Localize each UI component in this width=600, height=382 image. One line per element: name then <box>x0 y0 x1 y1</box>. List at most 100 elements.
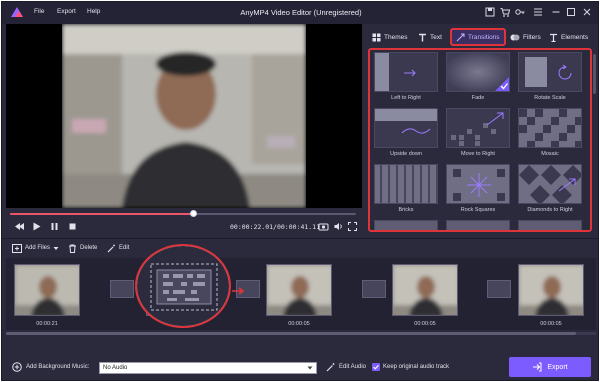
transition-move-to-right[interactable]: Move to Right <box>446 108 510 160</box>
transition-slot[interactable] <box>487 280 511 298</box>
tab-text[interactable]: Text <box>418 30 442 44</box>
timeline-clip[interactable] <box>518 264 584 316</box>
transition-thumb <box>518 220 582 230</box>
fullscreen-icon[interactable] <box>347 221 358 232</box>
rewind-icon[interactable] <box>14 221 25 232</box>
tab-filters[interactable]: Filters <box>510 30 541 44</box>
playback-progress-bar[interactable] <box>10 210 356 217</box>
timeline-scrollbar-thumb[interactable] <box>6 332 576 335</box>
tab-filters-label: Filters <box>523 33 541 41</box>
transition-thumb <box>446 164 510 204</box>
cart-icon[interactable] <box>499 6 511 18</box>
minimize-icon[interactable] <box>550 6 562 18</box>
transition-partial[interactable] <box>446 220 510 230</box>
clip-thumbnail <box>393 265 457 315</box>
transition-slot[interactable] <box>110 280 134 298</box>
wave-icon <box>401 128 431 134</box>
diamonds-pattern <box>519 165 581 203</box>
edit-audio-icon[interactable] <box>326 362 336 372</box>
grid-icon <box>372 33 381 41</box>
add-files-button[interactable]: Add Files <box>12 242 59 254</box>
transitions-scrollbar[interactable] <box>593 54 596 94</box>
video-still <box>62 24 306 208</box>
add-music-icon[interactable] <box>12 362 22 372</box>
pause-icon[interactable] <box>49 221 60 232</box>
clip-duration: 00:00:05 <box>414 321 436 327</box>
add-file-icon <box>12 243 22 253</box>
transition-thumb <box>374 108 438 148</box>
transition-icon <box>456 33 465 41</box>
clip-duration: 00:00:21 <box>36 321 58 327</box>
timeline: 00:00:21 00:00:05 00:00:05 00:00:05 <box>6 258 596 330</box>
video-frame <box>62 24 306 208</box>
timeline-clip[interactable] <box>14 264 80 316</box>
menu-icon[interactable] <box>532 6 544 18</box>
clip-thumbnail <box>15 265 79 315</box>
transition-slot[interactable] <box>362 280 386 298</box>
transition-mosaic[interactable]: Mosaic <box>518 108 582 160</box>
audio-select[interactable]: No Audio <box>99 362 317 374</box>
export-label: Export <box>547 363 568 371</box>
clip-duration: 00:00:05 <box>540 321 562 327</box>
transition-label: Rotate Scale <box>534 95 566 101</box>
mosaic-pattern <box>519 109 581 147</box>
keep-original-audio-checkbox[interactable] <box>372 363 380 371</box>
key-icon[interactable] <box>514 6 526 18</box>
volume-icon[interactable] <box>333 221 344 232</box>
elements-icon <box>550 33 557 42</box>
transition-upside-down[interactable]: Upside down <box>374 108 438 160</box>
stop-icon[interactable] <box>67 221 78 232</box>
transition-thumb <box>518 164 582 204</box>
transition-fade[interactable]: Fade <box>446 52 510 104</box>
snapshot-icon[interactable] <box>318 221 329 232</box>
export-icon <box>533 362 542 372</box>
transition-label: Fade <box>471 95 485 101</box>
timeline-clip[interactable] <box>392 264 458 316</box>
export-button[interactable]: Export <box>509 357 591 377</box>
transition-thumb <box>374 220 438 230</box>
close-icon[interactable] <box>581 6 593 18</box>
timeline-scrollbar[interactable] <box>6 332 596 335</box>
tab-elements[interactable]: Elements <box>549 30 588 44</box>
transition-partial[interactable] <box>374 220 438 230</box>
rotate-icon <box>558 64 572 80</box>
transition-label: Rock Squares <box>460 207 496 213</box>
arrow-right-icon <box>404 69 416 77</box>
video-preview[interactable] <box>6 24 362 208</box>
timeline-clip[interactable] <box>266 264 332 316</box>
transition-bricks[interactable]: Bricks <box>374 164 438 216</box>
transition-diamonds-to-right[interactable]: Diamonds to Right <box>518 164 582 216</box>
trash-icon <box>69 244 76 253</box>
rock-squares-pattern <box>453 169 505 201</box>
add-background-music-label: Add Background Music: <box>26 364 90 370</box>
playback-progress-handle[interactable] <box>189 210 197 217</box>
app-window: File Export Help AnyMP4 Video Editor (Un… <box>1 1 599 381</box>
title-bar: File Export Help AnyMP4 Video Editor (Un… <box>2 2 598 24</box>
transition-label: Diamonds to Right <box>527 207 573 213</box>
transition-left-to-right[interactable]: Left to Right <box>374 52 438 104</box>
transition-thumb <box>446 52 510 92</box>
transition-label: Move to Right <box>461 151 495 157</box>
tab-elements-label: Elements <box>561 33 589 41</box>
transition-thumb <box>518 108 582 148</box>
transition-partial[interactable] <box>518 220 582 230</box>
zoom-highlight <box>135 244 231 328</box>
edit-audio-label[interactable]: Edit Audio <box>339 364 366 370</box>
tab-transitions[interactable]: Transitions <box>450 28 506 46</box>
maximize-icon[interactable] <box>565 6 577 18</box>
delete-button[interactable]: Delete <box>68 242 97 254</box>
save-icon[interactable] <box>484 6 496 18</box>
tab-themes[interactable]: Themes <box>372 30 407 44</box>
delete-label: Delete <box>80 245 98 251</box>
tab-text-label: Text <box>430 33 442 41</box>
edit-button[interactable]: Edit <box>107 242 129 254</box>
play-icon[interactable] <box>31 221 42 232</box>
check-icon <box>373 364 379 370</box>
arrow-right-icon <box>232 287 245 295</box>
zoomed-transition-slot <box>137 246 229 326</box>
audio-select-value: No Audio <box>103 365 128 371</box>
add-files-label: Add Files <box>25 245 51 251</box>
transition-rock-squares[interactable]: Rock Squares <box>446 164 510 216</box>
transition-thumb <box>446 108 510 148</box>
transition-rotate-scale[interactable]: Rotate Scale <box>518 52 582 104</box>
